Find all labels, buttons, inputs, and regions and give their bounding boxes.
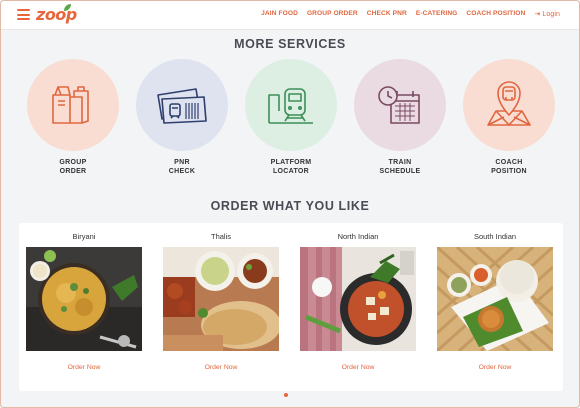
carousel-dots [284, 393, 288, 397]
nav-group-order[interactable]: GROUP ORDER [307, 10, 358, 18]
more-services-title: MORE SERVICES [234, 37, 346, 51]
order-what-you-like-title: ORDER WHAT YOU LIKE [210, 199, 370, 213]
south-indian-picture [437, 247, 553, 351]
service-label-coach-position: COACH POSITION [491, 159, 527, 175]
train-schedule-circle [354, 59, 446, 151]
thalis-picture [163, 247, 279, 351]
food-name-north-indian: North Indian [337, 232, 379, 241]
platform-train-icon [268, 88, 313, 124]
service-platform-locator[interactable]: PLATFORM LOCATOR [243, 59, 339, 176]
page-frame: zoop JAIN FOOD GROUP ORDER CHECK PNR E-C… [0, 0, 580, 408]
top-navbar: zoop JAIN FOOD GROUP ORDER CHECK PNR E-C… [1, 1, 579, 30]
service-group-order[interactable]: GROUP ORDER [25, 59, 121, 176]
train-schedule-icon [378, 86, 420, 124]
platform-locator-circle [245, 59, 337, 151]
pnr-ticket-icon [157, 88, 207, 124]
nav-check-pnr[interactable]: CHECK PNR [367, 10, 407, 18]
order-now-biryani[interactable]: Order Now [26, 364, 142, 371]
biryani-image[interactable] [26, 247, 142, 351]
group-order-icon [52, 86, 89, 124]
order-now-north-indian[interactable]: Order Now [300, 364, 416, 371]
services-row: GROUP ORDER PNR CHECK PLATFORM LOCATOR T… [1, 59, 579, 179]
food-name-south-indian: South Indian [473, 232, 517, 241]
north-indian-picture [300, 247, 416, 351]
food-card-north-indian[interactable]: North Indian Order Now [300, 223, 416, 371]
service-train-schedule[interactable]: TRAIN SCHEDULE [352, 59, 448, 176]
food-card-thalis[interactable]: Thalis Order Now [163, 223, 279, 371]
zoop-logo[interactable]: zoop [36, 4, 77, 25]
coach-position-icon [487, 81, 531, 126]
service-label-train-schedule: TRAIN SCHEDULE [379, 159, 421, 175]
nav-jain-food[interactable]: JAIN FOOD [261, 10, 298, 18]
thalis-image[interactable] [163, 247, 279, 351]
nav-e-catering[interactable]: E-CATERING [416, 10, 458, 18]
south-indian-image[interactable] [437, 247, 553, 351]
service-label-platform-locator: PLATFORM LOCATOR [270, 159, 312, 175]
food-carousel: Biryani Order Now Thalis Order Now North… [19, 223, 563, 391]
service-label-group-order: GROUP ORDER [59, 159, 87, 175]
food-card-south-indian[interactable]: South Indian Order Now [437, 223, 553, 371]
biryani-picture [26, 247, 142, 351]
carousel-dot-active[interactable] [284, 393, 288, 397]
food-name-thalis: Thalis [210, 232, 231, 241]
login-link[interactable]: ⇥ Login [534, 10, 560, 18]
food-card-biryani[interactable]: Biryani Order Now [26, 223, 142, 371]
pnr-check-circle [136, 59, 228, 151]
login-label: Login [542, 11, 560, 18]
nav-coach-position[interactable]: COACH POSITION [466, 10, 525, 18]
order-now-south-indian[interactable]: Order Now [437, 364, 553, 371]
north-indian-image[interactable] [300, 247, 416, 351]
top-nav-links: JAIN FOOD GROUP ORDER CHECK PNR E-CATERI… [261, 10, 560, 18]
service-label-pnr-check: PNR CHECK [168, 159, 196, 175]
service-coach-position[interactable]: COACH POSITION [461, 59, 557, 176]
group-order-circle [27, 59, 119, 151]
logo-leaf-icon [64, 4, 71, 11]
order-now-thalis[interactable]: Order Now [163, 364, 279, 371]
coach-position-circle [463, 59, 555, 151]
hamburger-menu-icon[interactable] [17, 9, 30, 20]
service-pnr-check[interactable]: PNR CHECK [134, 59, 230, 176]
food-name-biryani: Biryani [72, 232, 96, 241]
